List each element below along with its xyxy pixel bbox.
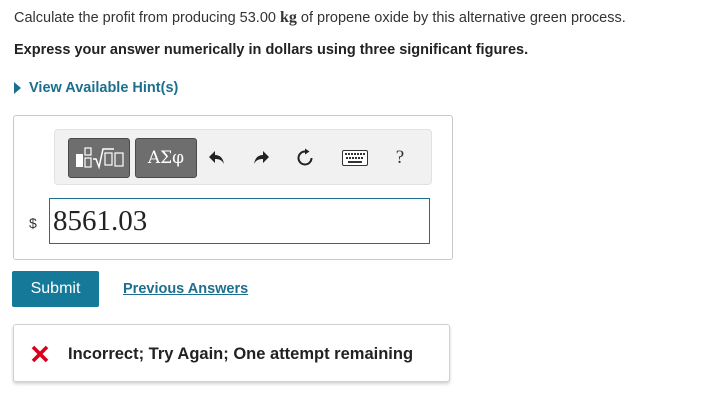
- help-button[interactable]: ?: [390, 147, 410, 168]
- question-prefix: Calculate the profit from producing 53.0…: [14, 10, 280, 26]
- view-hints-link[interactable]: View Available Hint(s): [14, 80, 178, 96]
- redo-icon[interactable]: [251, 148, 271, 168]
- currency-symbol: $: [29, 215, 37, 231]
- answer-panel: ΑΣφ ? $ 8561.03: [13, 115, 453, 260]
- undo-icon[interactable]: [207, 148, 227, 168]
- math-toolbar: ΑΣφ ?: [54, 129, 432, 185]
- keyboard-icon[interactable]: [341, 148, 369, 168]
- x-mark-icon: [31, 345, 49, 363]
- view-hints-label: View Available Hint(s): [29, 80, 179, 96]
- answer-input[interactable]: 8561.03: [49, 198, 430, 244]
- templates-icon: [76, 147, 124, 170]
- feedback-message: Incorrect; Try Again; One attempt remain…: [68, 345, 414, 363]
- templates-button[interactable]: [68, 138, 130, 178]
- previous-answers-link[interactable]: Previous Answers: [123, 281, 248, 297]
- question-instruction: Express your answer numerically in dolla…: [14, 42, 529, 58]
- question-unit: kg: [279, 9, 297, 26]
- reset-icon[interactable]: [295, 148, 315, 168]
- question-suffix: of propene oxide by this alternative gre…: [296, 10, 626, 26]
- submit-button[interactable]: Submit: [12, 271, 99, 307]
- feedback-box: Incorrect; Try Again; One attempt remain…: [13, 324, 450, 382]
- triangle-right-icon: [14, 82, 21, 94]
- symbols-button[interactable]: ΑΣφ: [135, 138, 197, 178]
- question-text: Calculate the profit from producing 53.0…: [14, 9, 626, 27]
